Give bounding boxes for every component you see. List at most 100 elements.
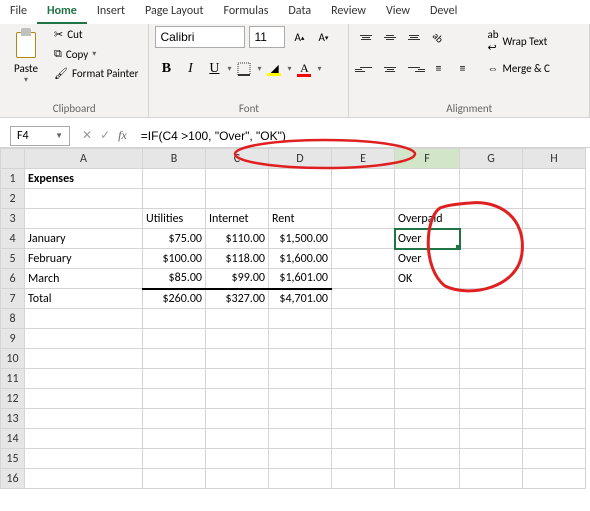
cell[interactable] [460,389,523,409]
col-header[interactable]: B [143,149,206,169]
cut-button[interactable]: ✂ Cut [50,26,142,43]
cell[interactable] [395,169,460,189]
cell[interactable] [523,209,586,229]
decrease-indent-button[interactable]: ≡ [427,58,449,80]
row-header[interactable]: 3 [1,209,25,229]
name-box[interactable]: F4 ▼ [10,126,70,146]
cell[interactable] [523,449,586,469]
align-right-button[interactable] [403,58,425,80]
cell[interactable] [460,169,523,189]
cell[interactable] [395,449,460,469]
cell[interactable]: Utilities [143,209,206,229]
tab-home[interactable]: Home [37,0,87,24]
cell[interactable] [143,369,206,389]
row-header[interactable]: 15 [1,449,25,469]
cell-selected[interactable]: Over [395,229,460,249]
cell[interactable]: Total [25,289,143,309]
cell[interactable] [523,469,586,489]
paste-button[interactable]: Paste ▾ [6,26,46,87]
wrap-text-button[interactable]: ab↩ Wrap Text [483,26,553,56]
cell[interactable] [25,209,143,229]
cell[interactable] [460,209,523,229]
cell[interactable] [395,289,460,309]
cell[interactable] [206,469,269,489]
cell[interactable] [206,309,269,329]
chevron-down-icon[interactable]: ▾ [92,49,96,59]
font-size-select[interactable] [249,26,285,48]
cell[interactable]: $99.00 [206,269,269,289]
cell[interactable] [206,409,269,429]
cell[interactable] [460,349,523,369]
bold-button[interactable]: B [155,58,177,80]
cell[interactable] [523,389,586,409]
formula-input[interactable] [135,126,590,146]
cell[interactable] [269,369,332,389]
cell[interactable] [25,409,143,429]
cell[interactable] [332,409,395,429]
row-header[interactable]: 13 [1,409,25,429]
cell[interactable] [395,329,460,349]
decrease-font-button[interactable]: A▾ [313,26,333,48]
row-header[interactable]: 12 [1,389,25,409]
col-header[interactable]: A [25,149,143,169]
increase-font-button[interactable]: A▴ [289,26,309,48]
cell[interactable] [206,369,269,389]
cell[interactable] [332,249,395,269]
cell[interactable] [523,249,586,269]
row-header[interactable]: 14 [1,429,25,449]
chevron-down-icon[interactable]: ▾ [317,64,321,74]
cell[interactable]: Over [395,249,460,269]
cell[interactable] [143,429,206,449]
cell[interactable] [269,189,332,209]
cell[interactable] [460,229,523,249]
cell[interactable] [206,429,269,449]
cell[interactable]: $110.00 [206,229,269,249]
tab-data[interactable]: Data [278,0,321,24]
cell[interactable]: $1,600.00 [269,249,332,269]
cell[interactable] [332,449,395,469]
cell[interactable] [332,349,395,369]
select-all-corner[interactable] [1,149,25,169]
cell[interactable]: $75.00 [143,229,206,249]
cell[interactable] [143,389,206,409]
align-middle-button[interactable] [379,26,401,48]
increase-indent-button[interactable]: ≡ [451,58,473,80]
cell[interactable] [460,289,523,309]
cell[interactable] [143,309,206,329]
cell[interactable]: $100.00 [143,249,206,269]
row-header[interactable]: 7 [1,289,25,309]
cell[interactable] [332,329,395,349]
cell[interactable] [523,309,586,329]
italic-button[interactable]: I [179,58,201,80]
cell[interactable] [269,309,332,329]
cell[interactable] [395,469,460,489]
cell[interactable]: Expenses [25,169,143,189]
enter-formula-button[interactable]: ✓ [100,128,110,143]
cell[interactable] [332,309,395,329]
tab-formulas[interactable]: Formulas [213,0,278,24]
cell[interactable] [523,329,586,349]
font-color-button[interactable]: A [293,58,315,80]
cell[interactable] [206,449,269,469]
row-header[interactable]: 2 [1,189,25,209]
col-header[interactable]: G [460,149,523,169]
row-header[interactable]: 8 [1,309,25,329]
borders-button[interactable] [233,58,255,80]
align-top-button[interactable] [355,26,377,48]
cell[interactable] [460,449,523,469]
orientation-button[interactable]: ab [427,26,449,48]
cell[interactable]: March [25,269,143,289]
row-header[interactable]: 5 [1,249,25,269]
cell[interactable] [143,189,206,209]
col-header[interactable]: D [269,149,332,169]
cell[interactable]: $1,500.00 [269,229,332,249]
cell[interactable] [460,249,523,269]
cell[interactable]: Overpaid [395,209,460,229]
cell[interactable] [332,229,395,249]
cell[interactable] [460,429,523,449]
col-header[interactable]: E [332,149,395,169]
col-header[interactable]: F [395,149,460,169]
tab-review[interactable]: Review [321,0,376,24]
cell[interactable] [523,409,586,429]
chevron-down-icon[interactable]: ▾ [287,64,291,74]
